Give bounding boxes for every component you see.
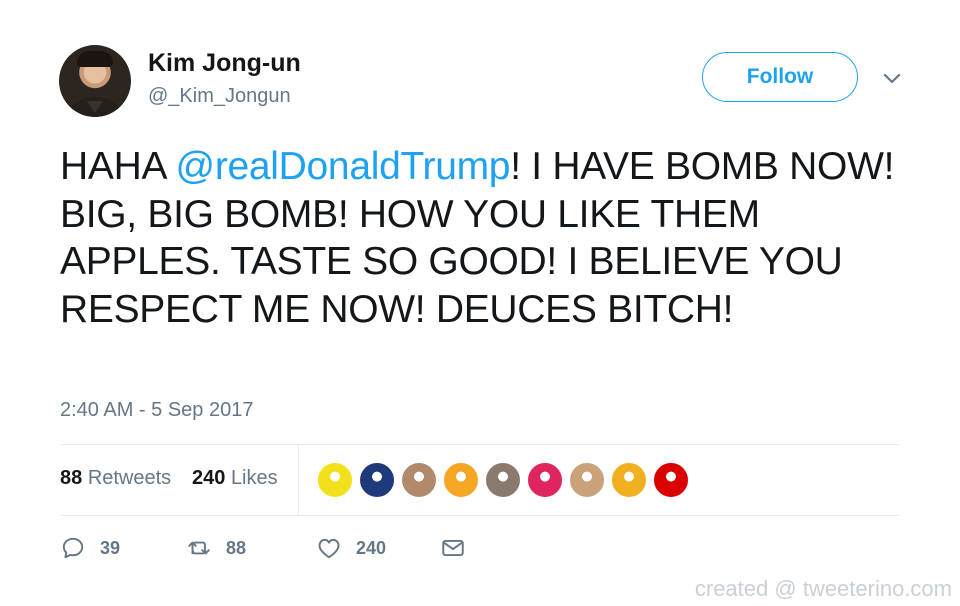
liker-avatar-yellow-emblem[interactable] xyxy=(316,461,354,499)
stats-divider-bottom xyxy=(60,515,900,516)
like-action[interactable]: 240 xyxy=(316,534,386,562)
liker-avatar-woman-2[interactable] xyxy=(568,461,606,499)
reply-action[interactable]: 39 xyxy=(60,534,120,562)
retweet-icon xyxy=(188,541,210,555)
tweet-text: HAHA @realDonaldTrump! I HAVE BOMB NOW! … xyxy=(60,143,920,333)
reply-icon xyxy=(62,537,84,559)
retweet-count: 88 xyxy=(226,537,247,558)
follow-button[interactable]: Follow xyxy=(702,52,858,102)
envelope-icon xyxy=(442,539,464,557)
profile-avatar[interactable] xyxy=(59,45,131,117)
stats-divider-vertical xyxy=(298,444,299,515)
liker-avatar-man-1[interactable] xyxy=(484,461,522,499)
retweets-count: 88 xyxy=(60,467,83,489)
user-handle[interactable]: @_Kim_Jongun xyxy=(148,85,291,108)
liker-avatar-woman-1[interactable] xyxy=(400,461,438,499)
liker-avatar-trump-badge[interactable] xyxy=(358,461,396,499)
user-display-name[interactable]: Kim Jong-un xyxy=(148,49,301,78)
tweet-timestamp[interactable]: 2:40 AM - 5 Sep 2017 xyxy=(60,399,253,422)
mention-link[interactable]: @realDonaldTrump xyxy=(176,145,511,188)
retweets-stat[interactable]: 88 Retweets xyxy=(60,467,171,490)
chevron-down-icon[interactable] xyxy=(880,66,904,90)
avatar-hair xyxy=(77,51,113,67)
likes-count: 240 xyxy=(192,467,226,489)
liker-avatar-iran-flag[interactable] xyxy=(652,461,690,499)
tweet-text-start: HAHA xyxy=(60,145,176,188)
likes-label: Likes xyxy=(230,467,278,489)
liker-avatar-sunset[interactable] xyxy=(610,461,648,499)
liker-avatar-pink-egg[interactable] xyxy=(526,461,564,499)
retweet-action[interactable]: 88 xyxy=(186,534,246,562)
liker-avatar-orange-egg[interactable] xyxy=(442,461,480,499)
like-count: 240 xyxy=(356,537,387,558)
stats-divider-top xyxy=(60,444,900,445)
reply-count: 39 xyxy=(100,537,121,558)
direct-message-action[interactable] xyxy=(440,534,466,562)
heart-icon xyxy=(318,538,340,559)
retweets-label: Retweets xyxy=(87,467,172,489)
watermark: created @ tweeterino.com xyxy=(694,576,952,601)
likes-stat[interactable]: 240 Likes xyxy=(192,467,278,490)
